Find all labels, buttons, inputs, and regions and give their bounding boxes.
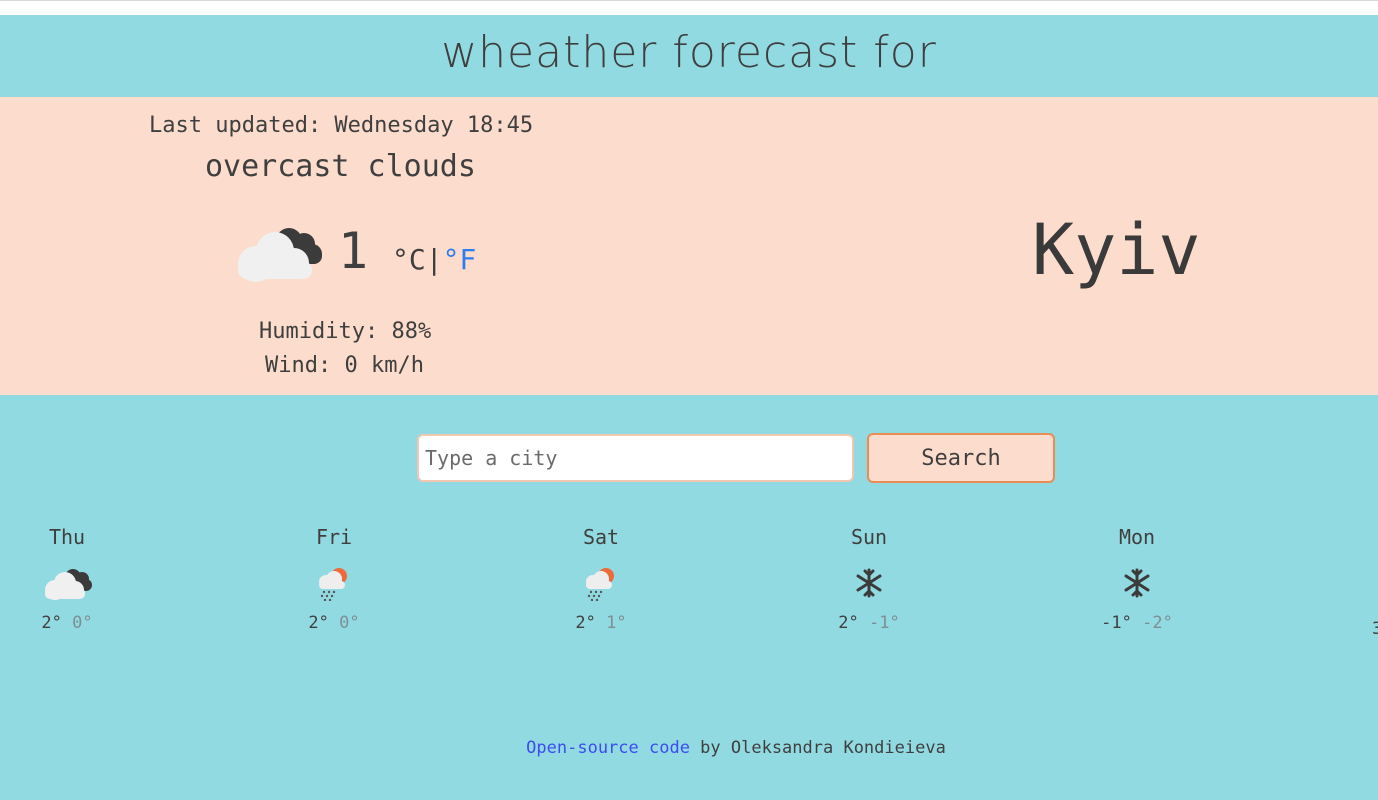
forecast-temps: 2° 0° (0, 613, 137, 633)
forecast-temps: 2° 1° (531, 613, 671, 633)
page-header: wheather forecast for (0, 15, 1378, 97)
forecast-max: 2° (838, 613, 859, 633)
sun-rain-icon (531, 559, 671, 613)
lower-section: Search Thu 2° 0° Fri (0, 395, 1378, 800)
forecast-day-mon: Mon -1° -2° (1067, 525, 1207, 633)
forecast-min: 0° (339, 613, 360, 633)
snowflake-icon (1067, 559, 1207, 613)
unit-switcher: °C|°F (392, 243, 476, 276)
humidity: Humidity: 88% (259, 319, 432, 344)
forecast-min: -2° (1142, 613, 1173, 633)
forecast-max: 3 (1372, 619, 1378, 639)
city-name: Kyiv (1032, 209, 1201, 291)
forecast-day-name: Sun (850, 525, 888, 549)
weather-description: overcast clouds (205, 149, 476, 184)
forecast-day-name: Thu (48, 525, 86, 549)
forecast-temps: -1° -2° (1067, 613, 1207, 633)
forecast-max: 2° (308, 613, 329, 633)
forecast-max: 2° (41, 613, 62, 633)
forecast-min: 0° (72, 613, 93, 633)
forecast-temps: 2° -1° (799, 613, 939, 633)
forecast-day-name: Sat (582, 525, 620, 549)
current-temperature: 1 (338, 222, 369, 280)
forecast-day-name: Fri (315, 525, 353, 549)
last-updated: Last updated: Wednesday 18:45 (149, 113, 534, 138)
page-title: wheather forecast for (441, 26, 937, 78)
page-footer: Open-source code by Oleksandra Kondieiev… (47, 738, 1378, 758)
forecast-min: -1° (869, 613, 900, 633)
forecast-min: 1° (606, 613, 627, 633)
overcast-clouds-icon (232, 221, 326, 287)
forecast-day-thu: Thu 2° 0° (0, 525, 137, 633)
forecast-day-sun: Sun 2° -1° (799, 525, 939, 633)
unit-celsius[interactable]: °C (392, 243, 426, 276)
wind: Wind: 0 km/h (265, 353, 424, 378)
source-code-link[interactable]: Open-source code (526, 738, 690, 758)
forecast-max: 2° (575, 613, 596, 633)
forecast-day-sat: Sat 2° 1° (531, 525, 671, 633)
browser-top-strip (0, 0, 1378, 14)
overcast-clouds-icon (0, 559, 137, 613)
forecast-max: -1° (1101, 613, 1132, 633)
current-weather-panel: Last updated: Wednesday 18:45 overcast c… (0, 97, 1378, 395)
footer-author: by Oleksandra Kondieieva (689, 738, 946, 758)
snowflake-icon (799, 559, 939, 613)
forecast-day-partial: 3 (1372, 619, 1378, 639)
unit-fahrenheit-link[interactable]: °F (443, 243, 477, 276)
sun-rain-icon (264, 559, 404, 613)
forecast-day-fri: Fri 2° 0° (264, 525, 404, 633)
search-button[interactable]: Search (867, 433, 1055, 483)
unit-separator: | (425, 243, 443, 276)
forecast-day-name: Mon (1118, 525, 1156, 549)
city-search-input[interactable] (417, 434, 854, 482)
forecast-temps: 2° 0° (264, 613, 404, 633)
